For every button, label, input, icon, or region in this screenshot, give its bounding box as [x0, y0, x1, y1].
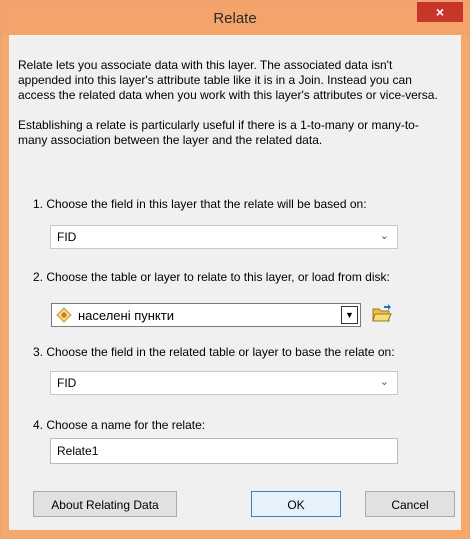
step3-field-value: FID	[57, 376, 77, 390]
step2-layer-value: населені пункти	[78, 308, 174, 323]
ok-button[interactable]: OK	[251, 491, 341, 517]
cancel-button[interactable]: Cancel	[365, 491, 455, 517]
open-folder-icon	[372, 304, 392, 322]
open-from-disk-button[interactable]	[371, 303, 393, 325]
chevron-down-icon: ⌄	[379, 376, 389, 388]
dialog-title: Relate	[213, 10, 257, 27]
step3-label: 3. Choose the field in the related table…	[33, 345, 395, 359]
close-icon: ×	[435, 4, 445, 20]
step3-field-select[interactable]: FID ⌄	[50, 371, 398, 395]
title-bar[interactable]: Relate ×	[1, 1, 469, 35]
step2-label: 2. Choose the table or layer to relate t…	[33, 270, 390, 284]
about-relating-data-button[interactable]: About Relating Data	[33, 491, 177, 517]
relate-name-input[interactable]: Relate1	[50, 438, 398, 464]
step1-field-select[interactable]: FID ⌄	[50, 225, 398, 249]
step1-label: 1. Choose the field in this layer that t…	[33, 197, 367, 211]
description-paragraph-2: Establishing a relate is particularly us…	[18, 118, 419, 147]
relate-name-value: Relate1	[57, 444, 99, 458]
step4-label: 4. Choose a name for the relate:	[33, 418, 206, 432]
description-paragraph-1: Relate lets you associate data with this…	[18, 58, 438, 102]
description: Relate lets you associate data with this…	[18, 58, 448, 148]
point-layer-icon	[56, 307, 72, 323]
step2-layer-select[interactable]: населені пункти ▼	[51, 303, 361, 327]
step1-field-value: FID	[57, 230, 77, 244]
close-button[interactable]: ×	[417, 2, 463, 22]
triangle-down-icon: ▼	[345, 310, 354, 320]
chevron-down-icon: ⌄	[379, 230, 389, 242]
dropdown-arrow-button[interactable]: ▼	[341, 306, 358, 324]
